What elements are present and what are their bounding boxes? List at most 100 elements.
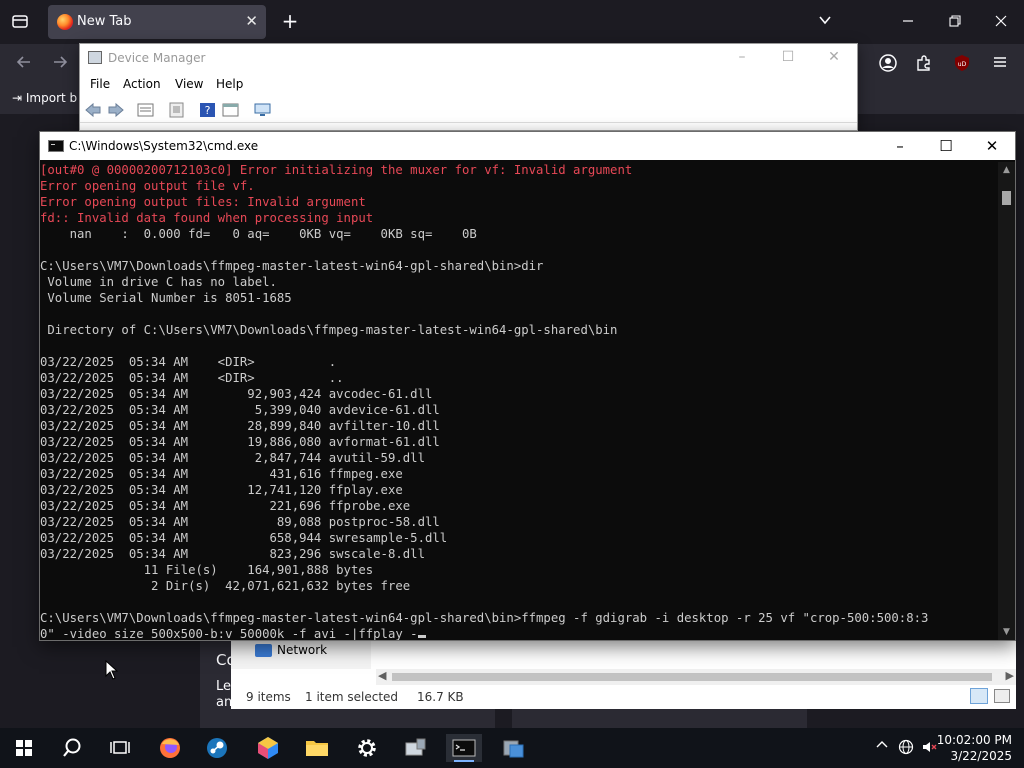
explorer-taskbar-icon[interactable] — [495, 734, 531, 762]
globe-network-icon[interactable] — [898, 739, 914, 759]
scroll-up-icon[interactable]: ▲ — [998, 162, 1015, 178]
file-explorer-window: Network ◀ ▶ 9 items 1 item selected 16.7… — [231, 633, 1016, 709]
console-line: nan : 0.000 fd= 0 aq= 0KB vq= 0KB sq= 0B — [40, 227, 477, 241]
cmd-taskbar-icon[interactable] — [446, 734, 482, 762]
back-arrow-icon[interactable] — [14, 54, 34, 75]
new-tab-button[interactable]: + — [279, 11, 301, 31]
app-icon[interactable] — [250, 734, 286, 762]
scrollbar-thumb[interactable] — [392, 673, 992, 681]
import-bookmarks-label: Import b — [25, 91, 78, 105]
tab-new-tab[interactable]: New Tab ✕ — [48, 5, 266, 39]
taskbar: 10:02:00 PM 3/22/2025 — [0, 728, 1024, 768]
console-line: C:\Users\VM7\Downloads\ffmpeg-master-lat… — [40, 259, 544, 273]
nav-network-label: Network — [277, 643, 328, 657]
console-line: 03/22/2025 05:34 AM <DIR> . — [40, 355, 337, 369]
chevron-down-icon[interactable] — [815, 12, 835, 32]
import-bookmarks-button[interactable]: ⇥ Import b — [12, 91, 77, 105]
console-line: C:\Users\VM7\Downloads\ffmpeg-master-lat… — [40, 611, 929, 625]
menu-view[interactable]: View — [175, 77, 203, 91]
scroll-down-icon[interactable]: ▼ — [998, 624, 1015, 640]
minimize-icon[interactable]: – — [877, 132, 923, 160]
vertical-scrollbar[interactable]: ▲ ▼ — [998, 162, 1015, 640]
firefox-taskbar-icon[interactable] — [152, 734, 188, 762]
restore-icon[interactable] — [945, 12, 965, 32]
clock-time[interactable]: 10:02:00 PM — [937, 733, 1012, 747]
console-line: 03/22/2025 05:34 AM 12,741,120 ffplay.ex… — [40, 483, 403, 497]
forward-arrow-icon[interactable] — [107, 102, 124, 118]
ublock-origin-icon[interactable]: uD — [952, 54, 972, 77]
console-line: Volume Serial Number is 8051-1685 — [40, 291, 292, 305]
clock-date[interactable]: 3/22/2025 — [950, 749, 1012, 763]
console-line: 03/22/2025 05:34 AM 431,616 ffmpeg.exe — [40, 467, 403, 481]
console-line: [out#0 @ 000002007121​03c0] Error initia… — [40, 163, 633, 177]
minimize-icon[interactable] — [898, 12, 918, 32]
close-icon[interactable]: ✕ — [811, 46, 857, 68]
device-manager-taskbar-icon[interactable] — [397, 734, 433, 762]
scan-hardware-icon[interactable] — [254, 102, 271, 118]
cmd-window: C:\Windows\System32\cmd.exe – ☐ ✕ [out#0… — [39, 131, 1016, 641]
close-window-icon[interactable] — [991, 12, 1011, 32]
device-manager-title-bar[interactable]: Device Manager – ☐ ✕ — [80, 44, 857, 72]
back-arrow-icon[interactable] — [85, 102, 102, 118]
list-all-tabs-icon[interactable] — [10, 12, 30, 32]
network-icon — [255, 644, 272, 657]
cmd-icon — [48, 140, 64, 152]
status-item-count: 9 items — [246, 690, 291, 704]
console-line: 03/22/2025 05:34 AM 89,088 postproc-58.d… — [40, 515, 440, 529]
cmd-title-bar[interactable]: C:\Windows\System32\cmd.exe – ☐ ✕ — [40, 132, 1015, 160]
details-view-icon[interactable] — [970, 688, 988, 704]
console-line: 03/22/2025 05:34 AM 2,847,744 avutil-59.… — [40, 451, 425, 465]
menu-file[interactable]: File — [90, 77, 110, 91]
console-line: 03/22/2025 05:34 AM 5,399,040 avdevice-6… — [40, 403, 440, 417]
card-text: an — [216, 695, 233, 710]
window-title: C:\Windows\System32\cmd.exe — [69, 139, 259, 153]
toolbar: ? — [80, 97, 857, 123]
start-button[interactable] — [6, 734, 42, 762]
device-manager-window: Device Manager – ☐ ✕ File Action View He… — [79, 43, 858, 131]
chevron-up-icon[interactable] — [876, 739, 888, 755]
account-icon[interactable] — [878, 54, 898, 77]
steam-icon[interactable] — [199, 734, 235, 762]
update-driver-icon[interactable] — [168, 102, 185, 118]
settings-gear-icon[interactable] — [349, 734, 385, 762]
console-line: Error opening output file vf. — [40, 179, 255, 193]
search-icon[interactable] — [54, 734, 90, 762]
horizontal-scrollbar[interactable]: ◀ ▶ — [376, 669, 1016, 685]
forward-arrow-icon[interactable] — [50, 54, 70, 75]
hamburger-menu-icon[interactable] — [990, 54, 1010, 75]
menu-action[interactable]: Action — [123, 77, 161, 91]
maximize-icon[interactable]: ☐ — [765, 46, 811, 68]
console-output[interactable]: [out#0 @ 000002007121​03c0] Error initia… — [40, 162, 1000, 640]
action-pane-icon[interactable] — [222, 102, 239, 118]
menu-bar: File Action View Help — [80, 72, 857, 96]
large-icons-view-icon[interactable] — [994, 689, 1010, 703]
minimize-icon[interactable]: – — [719, 46, 765, 68]
file-explorer-icon[interactable] — [299, 734, 335, 762]
firefox-favicon-icon — [57, 14, 73, 30]
close-tab-icon[interactable]: ✕ — [245, 12, 258, 30]
maximize-icon[interactable]: ☐ — [923, 132, 969, 160]
close-icon[interactable]: ✕ — [969, 132, 1015, 160]
console-line: Error opening output files: Invalid argu… — [40, 195, 366, 209]
console-line: 03/22/2025 05:34 AM 658,944 swresample-5… — [40, 531, 448, 545]
extensions-icon[interactable] — [914, 54, 934, 77]
console-line: 03/22/2025 05:34 AM 221,696 ffprobe.exe — [40, 499, 411, 513]
task-view-icon[interactable] — [101, 734, 137, 762]
status-bar: 9 items 1 item selected 16.7 KB — [231, 685, 1016, 709]
scroll-right-icon[interactable]: ▶ — [1006, 669, 1014, 682]
console-line: Directory of C:\Users\VM7\Downloads\ffmp… — [40, 323, 618, 337]
scrollbar-thumb[interactable] — [1002, 191, 1011, 205]
scroll-left-icon[interactable]: ◀ — [378, 669, 386, 682]
help-icon[interactable]: ? — [199, 102, 216, 118]
console-line: 0" -video_size 500x500-b:v 50000k -f avi… — [40, 626, 1000, 640]
text-cursor — [417, 635, 426, 638]
properties-icon[interactable] — [137, 102, 154, 118]
firefox-tab-bar: New Tab ✕ + — [0, 0, 1024, 44]
console-line: Volume in drive C has no label. — [40, 275, 277, 289]
menu-help[interactable]: Help — [216, 77, 243, 91]
mouse-cursor-icon — [105, 660, 119, 680]
